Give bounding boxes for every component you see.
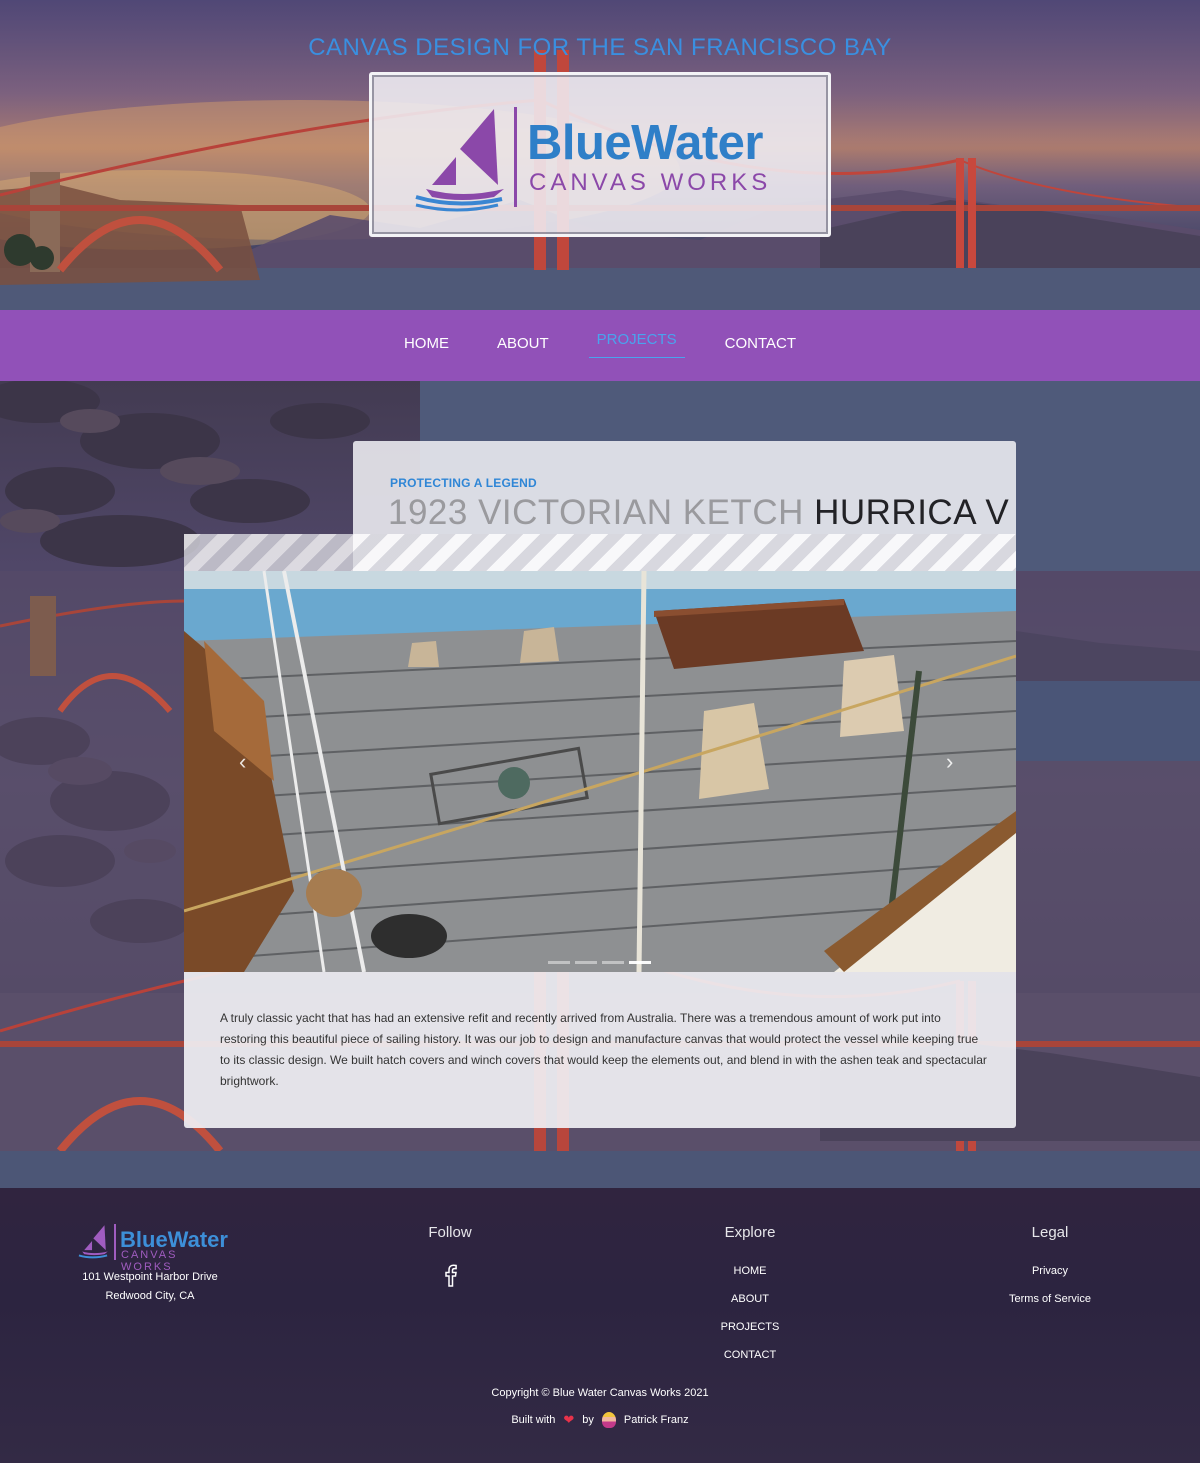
headline-dark: HURRICA V: [814, 493, 1010, 532]
project-description: A truly classic yacht that has had an ex…: [220, 1011, 987, 1088]
carousel-indicator[interactable]: [548, 961, 570, 964]
footer-link-terms[interactable]: Terms of Service: [950, 1293, 1150, 1305]
footer-address: 101 Westpoint Harbor Drive Redwood City,…: [50, 1268, 250, 1306]
footer-follow-title: Follow: [428, 1224, 472, 1241]
project-headline: 1923 VICTORIAN KETCH HURRICA V: [388, 493, 1009, 533]
headline-light: 1923 VICTORIAN KETCH: [388, 493, 804, 532]
footer-link-privacy[interactable]: Privacy: [950, 1265, 1150, 1277]
logo-subtitle: CANVAS WORKS: [529, 169, 772, 196]
carousel-indicators: [548, 961, 651, 964]
footer-link-about[interactable]: ABOUT: [650, 1293, 850, 1305]
logo-wordmark: BlueWater: [527, 116, 764, 170]
sailboat-logo-icon: [78, 1225, 108, 1259]
footer-link-projects[interactable]: PROJECTS: [650, 1321, 850, 1333]
logo-divider: [514, 107, 517, 207]
author-name-link[interactable]: Patrick Franz: [624, 1414, 689, 1426]
footer-legal-title: Legal: [1031, 1224, 1069, 1241]
decorative-stripe-band: [184, 534, 1016, 572]
main-navigation: HOME ABOUT PROJECTS CONTACT: [0, 310, 1200, 381]
nav-item-home[interactable]: HOME: [380, 310, 473, 381]
site-logo[interactable]: BlueWater CANVAS WORKS: [369, 72, 831, 237]
project-carousel[interactable]: ‹ ›: [184, 571, 1016, 972]
site-footer: BlueWater CANVAS WORKS 101 Westpoint Har…: [0, 1188, 1200, 1463]
nav-item-contact[interactable]: CONTACT: [701, 310, 820, 381]
footer-logo-divider: [114, 1224, 116, 1260]
footer-explore-title: Explore: [724, 1224, 776, 1241]
built-with-credit: Built with ❤ by Patrick Franz: [0, 1412, 1200, 1428]
chevron-right-icon: ›: [946, 749, 954, 774]
hero-tagline: CANVAS DESIGN FOR THE SAN FRANCISCO BAY: [308, 34, 892, 61]
facebook-icon[interactable]: [442, 1263, 458, 1287]
copyright-text: Copyright © Blue Water Canvas Works 2021: [491, 1387, 709, 1399]
chevron-left-icon: ‹: [239, 749, 247, 774]
address-line-2: Redwood City, CA: [105, 1290, 195, 1302]
carousel-indicator[interactable]: [602, 961, 624, 964]
hero-banner: CANVAS DESIGN FOR THE SAN FRANCISCO BAY …: [0, 0, 1200, 310]
sailboat-logo-icon: [415, 109, 504, 212]
carousel-indicator[interactable]: [575, 961, 597, 964]
nav-item-projects[interactable]: PROJECTS: [573, 310, 701, 381]
carousel-next-button[interactable]: ›: [946, 749, 953, 775]
footer-link-home[interactable]: HOME: [650, 1265, 850, 1277]
carousel-indicator-active[interactable]: [629, 961, 651, 964]
project-kicker: PROTECTING A LEGEND: [390, 476, 537, 490]
project-description-card: A truly classic yacht that has had an ex…: [184, 972, 1016, 1128]
nav-item-about[interactable]: ABOUT: [473, 310, 573, 381]
heart-icon: ❤: [563, 1412, 575, 1427]
boat-deck-photo: [184, 571, 1016, 972]
footer-logo[interactable]: BlueWater CANVAS WORKS: [76, 1224, 228, 1273]
by-label: by: [582, 1414, 594, 1426]
carousel-prev-button[interactable]: ‹: [239, 749, 246, 775]
footer-link-contact[interactable]: CONTACT: [650, 1349, 850, 1361]
author-avatar: [601, 1412, 616, 1428]
built-with-label: Built with: [511, 1414, 556, 1426]
address-line-1: 101 Westpoint Harbor Drive: [82, 1271, 218, 1283]
